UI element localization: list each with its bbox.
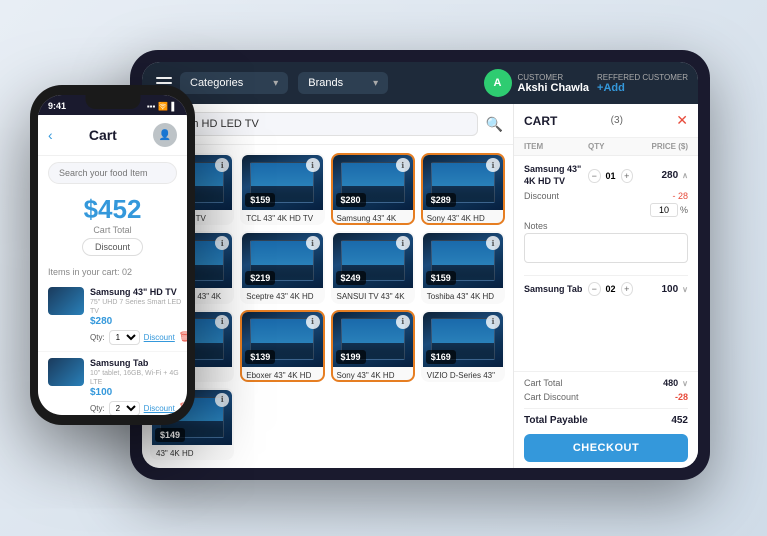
info-icon[interactable]: ℹ — [486, 315, 500, 329]
info-icon[interactable]: ℹ — [215, 158, 229, 172]
info-icon[interactable]: ℹ — [396, 158, 410, 172]
product-card[interactable]: ℹ $169 VIZIO D-Series 43" 4K HD — [421, 310, 505, 382]
divider — [524, 408, 688, 409]
phone-search-input[interactable] — [48, 162, 177, 184]
search-icon[interactable]: 🔍 — [486, 116, 503, 133]
phone-header: ‹ Cart 👤 — [38, 115, 187, 156]
cart-columns: ITEM QTY PRICE ($) — [514, 138, 698, 156]
wifi-icon: 🛜 — [158, 102, 168, 111]
chevron-down-icon: ∨ — [682, 285, 688, 294]
customer-info: A CUSTOMER Akshi Chawla — [484, 69, 590, 97]
qty-select[interactable]: 2 — [109, 401, 140, 415]
product-grid: ℹ $249 43" 4K HD TV ℹ $159 TCL 43" 4K HD… — [142, 145, 513, 468]
phone-notch — [85, 95, 140, 109]
product-card[interactable]: ℹ $199 Sony 43" 4K HD UltraHD — [331, 310, 415, 382]
qty-control: − 01 + — [588, 169, 633, 183]
back-button[interactable]: ‹ — [48, 127, 53, 143]
phone: 9:41 ▪▪▪ 🛜 ▌ ‹ Cart 👤 $452 Cart Total Di… — [30, 85, 195, 425]
info-icon[interactable]: ℹ — [486, 236, 500, 250]
chevron-down-icon: ∨ — [682, 379, 688, 388]
tablet-screen: Categories ▾ Brands ▾ A CUSTOMER Akshi C… — [142, 62, 698, 468]
info-icon[interactable]: ℹ — [215, 315, 229, 329]
brands-dropdown[interactable]: Brands ▾ — [298, 72, 388, 94]
battery-icon: ▌ — [171, 102, 177, 111]
cart-item: Samsung 43"4K HD TV − 01 + 280 ∧ — [524, 164, 688, 265]
phone-cart-item: Samsung 43" HD TV 75" UHD 7 Series Smart… — [38, 281, 187, 352]
product-card[interactable]: ℹ $159 TCL 43" 4K HD TV — [240, 153, 324, 225]
qty-select[interactable]: 1 — [109, 330, 140, 345]
info-icon[interactable]: ℹ — [486, 158, 500, 172]
categories-dropdown[interactable]: Categories ▾ — [180, 72, 288, 94]
search-bar: 🔍 — [142, 104, 513, 145]
discount-input[interactable] — [650, 203, 678, 217]
phone-items-list: Samsung 43" HD TV 75" UHD 7 Series Smart… — [38, 281, 187, 415]
cart-panel: CART (3) ✕ ITEM QTY PRICE ($) Samsung 43… — [513, 104, 698, 468]
delete-item-button[interactable]: 🗑 — [179, 403, 187, 414]
info-icon[interactable]: ℹ — [215, 393, 229, 407]
add-customer-button[interactable]: +Add — [597, 82, 625, 94]
checkout-button[interactable]: CHECKOUT — [524, 434, 688, 462]
cart-items-list: Samsung 43"4K HD TV − 01 + 280 ∧ — [514, 156, 698, 371]
item-image — [48, 358, 84, 386]
phone-total: $452 Cart Total Discount — [38, 190, 187, 263]
topbar-right: A CUSTOMER Akshi Chawla REFFERED CUSTOME… — [484, 69, 689, 97]
cart-totals: Cart Total 480 ∨ Cart Discount -28 Total… — [514, 371, 698, 468]
item-discount-button[interactable]: Discount — [144, 333, 175, 342]
qty-control: − 02 + — [588, 282, 633, 296]
discount-button[interactable]: Discount — [82, 238, 143, 256]
product-card[interactable]: ℹ $139 Eboxer 43" 4K HD — [240, 310, 324, 382]
phone-screen: 9:41 ▪▪▪ 🛜 ▌ ‹ Cart 👤 $452 Cart Total Di… — [38, 95, 187, 415]
qty-increase-button[interactable]: + — [621, 169, 634, 183]
qty-decrease-button[interactable]: − — [588, 169, 601, 183]
cart-header: CART (3) ✕ — [514, 104, 698, 138]
notes-textarea[interactable] — [524, 233, 688, 263]
item-image — [48, 287, 84, 315]
info-icon[interactable]: ℹ — [306, 315, 320, 329]
info-icon[interactable]: ℹ — [215, 236, 229, 250]
delete-item-button[interactable]: 🗑 — [179, 332, 187, 343]
info-icon[interactable]: ℹ — [396, 236, 410, 250]
info-icon[interactable]: ℹ — [396, 315, 410, 329]
tablet-main: 🔍 ℹ $249 43" 4K HD TV ℹ $159 — [142, 104, 698, 468]
tablet-topbar: Categories ▾ Brands ▾ A CUSTOMER Akshi C… — [142, 62, 698, 104]
chevron-up-icon: ∧ — [682, 171, 688, 180]
item-discount-button[interactable]: Discount — [144, 404, 175, 413]
referred-customer: REFFERED CUSTOMER +Add — [597, 73, 688, 94]
topbar-left: Categories ▾ Brands ▾ — [152, 72, 388, 94]
phone-cart-item: Samsung Tab 10" tablet, 16GB, Wi-Fi + 4G… — [38, 352, 187, 415]
product-card[interactable]: ℹ $280 Samsung 43" 4K HD — [331, 153, 415, 225]
qty-increase-button[interactable]: + — [621, 282, 634, 296]
signal-icon: ▪▪▪ — [147, 102, 156, 111]
cart-item: Samsung Tab − 02 + 100 ∨ — [524, 282, 688, 296]
info-icon[interactable]: ℹ — [306, 236, 320, 250]
qty-decrease-button[interactable]: − — [588, 282, 601, 296]
info-icon[interactable]: ℹ — [306, 158, 320, 172]
avatar: 👤 — [153, 123, 177, 147]
cart-close-button[interactable]: ✕ — [676, 112, 688, 129]
product-card[interactable]: ℹ $249 SANSUI TV 43" 4K HD — [331, 231, 415, 303]
product-area: 🔍 ℹ $249 43" 4K HD TV ℹ $159 — [142, 104, 513, 468]
phone-search — [38, 156, 187, 190]
tablet: Categories ▾ Brands ▾ A CUSTOMER Akshi C… — [130, 50, 710, 480]
search-input[interactable] — [152, 112, 478, 136]
chevron-down-icon: ▾ — [373, 78, 378, 89]
product-card[interactable]: ℹ $289 Sony 43" 4K HD — [421, 153, 505, 225]
divider — [524, 275, 688, 276]
chevron-down-icon: ▾ — [273, 78, 278, 89]
product-card[interactable]: ℹ $159 Toshiba 43" 4K HD TV — [421, 231, 505, 303]
product-card[interactable]: ℹ $219 Sceptre 43" 4K HD TV — [240, 231, 324, 303]
avatar: A — [484, 69, 512, 97]
